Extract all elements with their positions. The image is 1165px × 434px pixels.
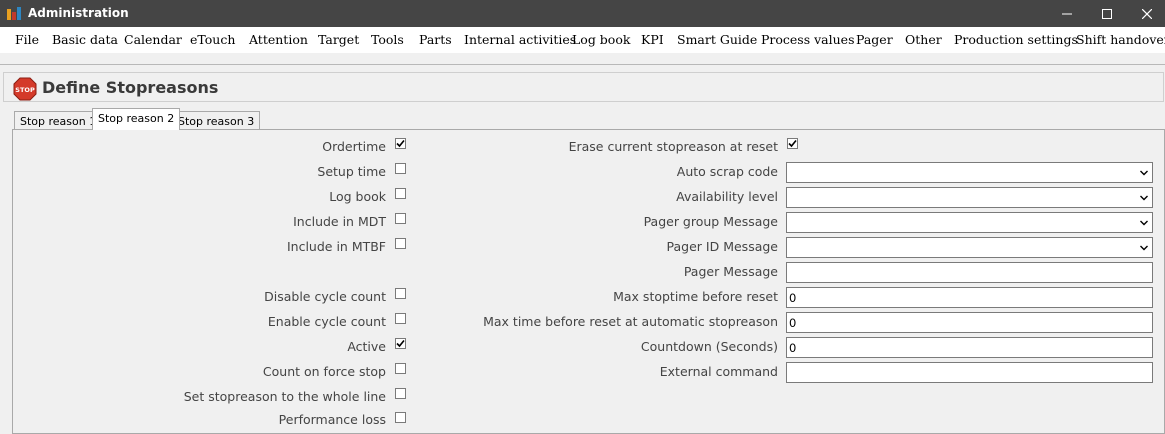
- menu-pager[interactable]: Pager: [856, 32, 893, 47]
- checkmark-icon: [396, 339, 405, 348]
- stop-sign-icon: STOP: [13, 77, 37, 101]
- enable-cycle-count-label: Enable cycle count: [267, 314, 386, 329]
- pager-message-input[interactable]: [786, 262, 1153, 283]
- include-mdt-checkbox[interactable]: [395, 213, 406, 224]
- ordertime-checkbox[interactable]: [395, 138, 406, 149]
- include-mdt-label: Include in MDT: [293, 214, 386, 229]
- stop-sign-text: STOP: [15, 86, 35, 94]
- external-command-input[interactable]: [786, 362, 1153, 383]
- maximize-button[interactable]: [1086, 0, 1128, 27]
- window-title: Administration: [28, 6, 129, 20]
- pager-id-message-select[interactable]: [786, 237, 1153, 258]
- auto-scrap-code-label: Auto scrap code: [676, 164, 778, 179]
- chevron-down-icon: [1140, 195, 1148, 201]
- menu-smart-guide[interactable]: Smart Guide: [677, 32, 757, 47]
- set-stopreason-whole-line-label: Set stopreason to the whole line: [183, 389, 386, 404]
- menu-other[interactable]: Other: [905, 32, 942, 47]
- checkmark-icon: [396, 139, 405, 148]
- menu-attention[interactable]: Attention: [249, 32, 308, 47]
- menu-internal-activities[interactable]: Internal activities: [464, 32, 576, 47]
- menu-calendar[interactable]: Calendar: [124, 32, 182, 47]
- tab-stop-reason-3[interactable]: Stop reason 3: [172, 111, 261, 130]
- pager-group-message-label: Pager group Message: [643, 214, 778, 229]
- performance-loss-label: Performance loss: [278, 412, 386, 427]
- divider: [0, 64, 1165, 65]
- menu-target[interactable]: Target: [318, 32, 359, 47]
- erase-stopreason-label: Erase current stopreason at reset: [568, 139, 778, 154]
- chevron-down-icon: [1140, 220, 1148, 226]
- active-checkbox[interactable]: [395, 338, 406, 349]
- auto-scrap-code-select[interactable]: [786, 162, 1153, 183]
- count-on-force-stop-label: Count on force stop: [262, 364, 386, 379]
- active-label: Active: [347, 339, 386, 354]
- ordertime-label: Ordertime: [322, 139, 386, 154]
- availability-level-label: Availability level: [676, 189, 778, 204]
- maximize-icon: [1102, 8, 1112, 19]
- max-time-auto-input[interactable]: 0: [786, 312, 1153, 333]
- countdown-label: Countdown (Seconds): [640, 339, 778, 354]
- count-on-force-stop-checkbox[interactable]: [395, 363, 406, 374]
- menu-bar: File Basic data Calendar eTouch Attentio…: [0, 27, 1165, 53]
- erase-stopreason-checkbox[interactable]: [787, 138, 798, 149]
- menu-log-book[interactable]: Log book: [572, 32, 630, 47]
- setup-time-checkbox[interactable]: [395, 163, 406, 174]
- disable-cycle-count-label: Disable cycle count: [264, 289, 386, 304]
- include-mtbf-label: Include in MTBF: [286, 239, 386, 254]
- enable-cycle-count-checkbox[interactable]: [395, 313, 406, 324]
- menu-etouch[interactable]: eTouch: [190, 32, 235, 47]
- close-button[interactable]: [1126, 0, 1165, 27]
- log-book-checkbox[interactable]: [395, 188, 406, 199]
- menu-kpi[interactable]: KPI: [641, 32, 664, 47]
- page-title: Define Stopreasons: [42, 78, 219, 97]
- minimize-icon: [1062, 13, 1072, 14]
- menu-parts[interactable]: Parts: [419, 32, 452, 47]
- menu-tools[interactable]: Tools: [371, 32, 404, 47]
- disable-cycle-count-checkbox[interactable]: [395, 288, 406, 299]
- pager-message-label: Pager Message: [683, 264, 778, 279]
- performance-loss-checkbox[interactable]: [395, 412, 406, 423]
- checkmark-icon: [788, 139, 797, 148]
- tab-stop-reason-2[interactable]: Stop reason 2: [92, 108, 181, 130]
- app-logo-icon: [7, 7, 21, 20]
- menu-file[interactable]: File: [15, 32, 39, 47]
- max-time-auto-label: Max time before reset at automatic stopr…: [483, 314, 778, 329]
- countdown-input[interactable]: 0: [786, 337, 1153, 358]
- tab-stop-reason-1[interactable]: Stop reason 1: [14, 111, 103, 130]
- pager-group-message-select[interactable]: [786, 212, 1153, 233]
- max-stoptime-input[interactable]: 0: [786, 287, 1153, 308]
- page-header: STOP Define Stopreasons: [3, 72, 1164, 102]
- title-bar: Administration: [0, 0, 1165, 27]
- menu-shift-handover[interactable]: Shift handover: [1076, 32, 1165, 47]
- menu-production-settings[interactable]: Production settings: [954, 32, 1078, 47]
- log-book-label: Log book: [329, 189, 386, 204]
- minimize-button[interactable]: [1046, 0, 1088, 27]
- pager-id-message-label: Pager ID Message: [666, 239, 778, 254]
- chevron-down-icon: [1140, 245, 1148, 251]
- chevron-down-icon: [1140, 170, 1148, 176]
- include-mtbf-checkbox[interactable]: [395, 238, 406, 249]
- set-stopreason-whole-line-checkbox[interactable]: [395, 388, 406, 399]
- setup-time-label: Setup time: [317, 164, 386, 179]
- menu-process-values[interactable]: Process values: [761, 32, 855, 47]
- external-command-label: External command: [659, 364, 778, 379]
- close-icon: [1142, 8, 1152, 19]
- menu-basic-data[interactable]: Basic data: [52, 32, 118, 47]
- max-stoptime-label: Max stoptime before reset: [613, 289, 778, 304]
- availability-level-select[interactable]: [786, 187, 1153, 208]
